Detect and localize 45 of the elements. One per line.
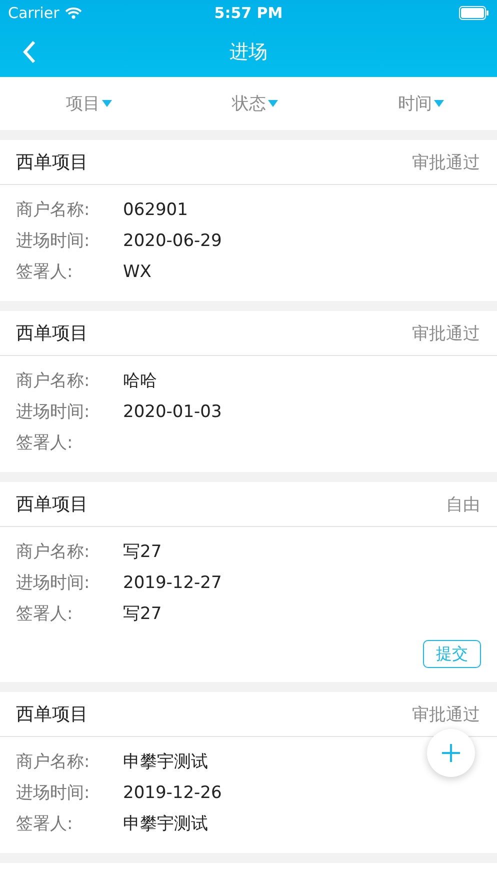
field-label: 进场时间: <box>16 230 91 252</box>
field-value: 哈哈 <box>123 370 157 392</box>
field-label: 商户名称: <box>16 541 91 563</box>
field-label: 签署人: <box>16 813 74 835</box>
field-label: 进场时间: <box>16 572 91 594</box>
field-value: 写27 <box>123 541 162 563</box>
project-name: 西单项目 <box>16 322 88 345</box>
battery-icon <box>459 6 489 20</box>
field-value: WX <box>123 262 152 282</box>
project-name: 西单项目 <box>16 151 88 174</box>
field-value: 062901 <box>123 200 188 220</box>
status-label: 审批通过 <box>412 322 480 344</box>
status-label: 审批通过 <box>412 704 480 726</box>
field-value: 2019-12-27 <box>123 572 222 592</box>
field-value: 写27 <box>123 603 162 625</box>
carrier-name: Carrier <box>8 4 60 22</box>
caret-icon <box>268 100 278 107</box>
field-value: 2020-01-03 <box>123 402 222 422</box>
entry-card[interactable]: 西单项目 自由 商户名称: 写27 进场时间: 2019-12-27 签署人: 写27 提交 <box>0 482 497 682</box>
field-label: 签署人: <box>16 603 74 625</box>
field-label: 签署人: <box>16 261 74 283</box>
field-label: 进场时间: <box>16 401 91 423</box>
entry-card[interactable]: 西单项目 审批通过 商户名称: 哈哈 进场时间: 2020-01-03 签署人: <box>0 311 497 472</box>
field-label: 签署人: <box>16 432 74 454</box>
project-name: 西单项目 <box>16 493 88 516</box>
status-time: 5:57 PM <box>214 4 283 22</box>
field-label: 商户名称: <box>16 751 91 773</box>
project-name: 西单项目 <box>16 703 88 726</box>
field-value: 2019-12-26 <box>123 782 222 802</box>
page-title: 进场 <box>230 40 268 64</box>
entry-card[interactable]: 西单项目 审批通过 商户名称: 062901 进场时间: 2020-06-29 签署人: WX <box>0 140 497 301</box>
entry-card[interactable]: 西单项目 审批通过 商户名称: 申攀宇测试 进场时间: 2019-12-26 签署人: 申攀宇测试 <box>0 692 497 853</box>
status-label: 自由 <box>446 494 480 516</box>
field-label: 进场时间: <box>16 782 91 804</box>
back-icon[interactable] <box>22 40 36 64</box>
wifi-icon <box>65 7 82 19</box>
caret-icon <box>434 100 444 107</box>
field-value: 申攀宇测试 <box>123 813 208 835</box>
plus-icon <box>442 744 460 762</box>
field-label: 商户名称: <box>16 199 91 221</box>
field-value: 申攀宇测试 <box>123 751 208 773</box>
caret-icon <box>102 100 112 107</box>
field-label: 商户名称: <box>16 370 91 392</box>
status-label: 审批通过 <box>412 152 480 174</box>
field-value: 2020-06-29 <box>123 230 222 250</box>
